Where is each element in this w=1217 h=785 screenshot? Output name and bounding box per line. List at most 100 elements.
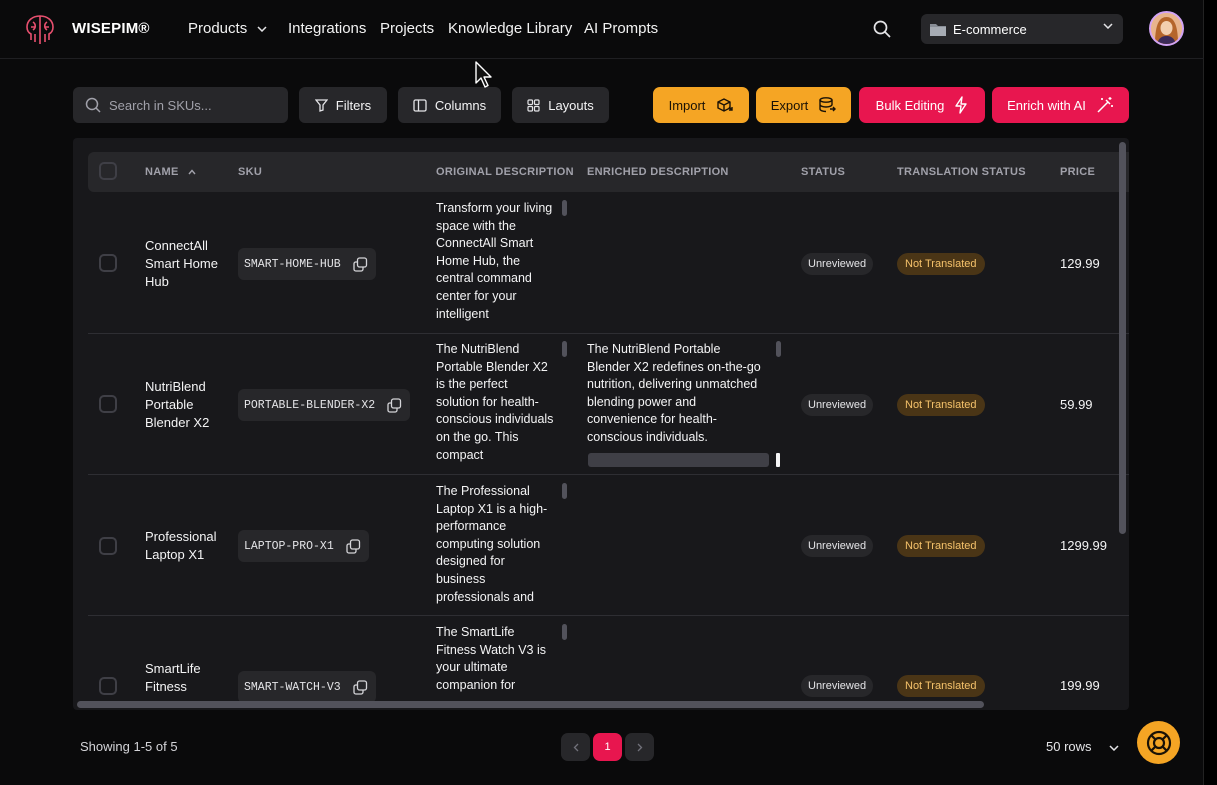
product-name[interactable]: Professional Laptop X1 — [145, 528, 225, 564]
column-header-price[interactable]: PRICE — [1060, 166, 1095, 178]
row-checkbox[interactable] — [99, 537, 117, 555]
brain-logo-icon[interactable] — [22, 12, 58, 46]
chevron-right-icon — [637, 743, 642, 751]
price-value: 129.99 — [1060, 256, 1100, 271]
import-button[interactable]: Import — [653, 87, 749, 123]
export-button-label: Export — [770, 97, 809, 113]
column-header-name-label: NAME — [145, 166, 179, 178]
brand-name[interactable]: WISEPIM® — [72, 20, 150, 37]
sku-value: LAPTOP-PRO-X1 — [244, 539, 334, 553]
enrich-with-ai-button[interactable]: Enrich with AI — [992, 87, 1129, 123]
description-scrollbar[interactable] — [562, 341, 567, 357]
product-name[interactable]: ConnectAll Smart Home Hub — [145, 237, 225, 291]
table-header: NAME SKU ORIGINAL DESCRIPTION ENRICHED D… — [88, 152, 1129, 192]
import-button-label: Import — [668, 97, 706, 113]
chevron-left-icon — [573, 743, 578, 751]
bulk-editing-button[interactable]: Bulk Editing — [859, 87, 985, 123]
enrich-with-ai-button-label: Enrich with AI — [1007, 97, 1086, 113]
price-value: 1299.99 — [1060, 538, 1107, 553]
filters-button-label: Filters — [335, 97, 372, 113]
status-badge: Unreviewed — [801, 675, 874, 697]
table-row[interactable]: SmartLife Fitness SMART-WATCH-V3 The Sma… — [88, 616, 1129, 710]
enriched-description-hscroll-thumb[interactable] — [776, 453, 780, 467]
original-description[interactable]: The Professional Laptop X1 is a high-per… — [436, 483, 554, 607]
enriched-description-scrollbar[interactable] — [776, 341, 781, 357]
description-scrollbar[interactable] — [562, 483, 567, 499]
product-name[interactable]: NutriBlend Portable Blender X2 — [145, 378, 225, 432]
column-header-status[interactable]: STATUS — [801, 166, 845, 178]
sku-value: SMART-WATCH-V3 — [244, 680, 341, 694]
description-scrollbar[interactable] — [562, 624, 567, 640]
price-value: 59.99 — [1060, 397, 1093, 412]
enriched-description-hscroll-track[interactable] — [588, 453, 769, 467]
sort-ascending-icon — [188, 169, 196, 175]
enriched-description[interactable]: The NutriBlend Portable Blender X2 redef… — [587, 341, 763, 445]
column-header-translation-status[interactable]: TRANSLATION STATUS — [897, 166, 1026, 178]
translation-status-badge: Not Translated — [897, 675, 985, 697]
search-icon[interactable] — [872, 19, 892, 39]
column-header-enriched-description[interactable]: ENRICHED DESCRIPTION — [587, 166, 729, 178]
enriched-description[interactable] — [587, 200, 769, 324]
layouts-button-label: Layouts — [548, 97, 594, 113]
sku-chip: SMART-WATCH-V3 — [238, 671, 376, 703]
select-all-checkbox[interactable] — [99, 162, 117, 180]
lifebuoy-icon — [1146, 730, 1171, 755]
table-row[interactable]: Professional Laptop X1 LAPTOP-PRO-X1 The… — [88, 475, 1129, 616]
table-vertical-scrollbar[interactable] — [1119, 142, 1126, 534]
workspace-select-value: E-commerce — [953, 21, 1027, 37]
sku-search-box[interactable] — [73, 87, 288, 123]
nav-projects[interactable]: Projects — [380, 20, 434, 37]
price-value: 199.99 — [1060, 678, 1100, 693]
workspace-select[interactable]: E-commerce — [921, 14, 1123, 44]
copy-icon[interactable] — [352, 679, 368, 695]
column-header-original-description[interactable]: ORIGINAL DESCRIPTION — [436, 166, 574, 178]
translation-status-badge: Not Translated — [897, 253, 985, 275]
row-checkbox[interactable] — [99, 395, 117, 413]
original-description[interactable]: Transform your living space with the Con… — [436, 200, 554, 324]
copy-icon[interactable] — [352, 256, 368, 272]
table-row[interactable]: ConnectAll Smart Home Hub SMART-HOME-HUB… — [88, 193, 1129, 334]
page-button-current[interactable]: 1 — [593, 733, 622, 761]
user-avatar[interactable] — [1149, 11, 1184, 46]
product-name[interactable]: SmartLife Fitness — [145, 660, 225, 696]
lightning-icon — [955, 96, 968, 114]
table-horizontal-scrollbar[interactable] — [77, 701, 984, 708]
export-button[interactable]: Export — [756, 87, 851, 123]
row-checkbox[interactable] — [99, 254, 117, 272]
copy-icon[interactable] — [346, 538, 361, 554]
nav-products[interactable]: Products — [188, 20, 267, 37]
top-navigation: WISEPIM® Products Integrations Projects … — [0, 0, 1204, 59]
next-page-button[interactable] — [625, 733, 654, 761]
nav-integrations[interactable]: Integrations — [288, 20, 366, 37]
nav-knowledge-library[interactable]: Knowledge Library — [448, 20, 572, 37]
chevron-down-icon — [1109, 745, 1119, 751]
help-button[interactable] — [1137, 721, 1180, 764]
rows-per-page-select[interactable]: 50 rows — [1046, 739, 1119, 754]
chevron-down-icon — [1103, 23, 1113, 29]
layouts-button[interactable]: Layouts — [512, 87, 609, 123]
enriched-description[interactable] — [587, 483, 769, 607]
sku-chip: LAPTOP-PRO-X1 — [238, 530, 369, 562]
previous-page-button[interactable] — [561, 733, 590, 761]
nav-products-label: Products — [188, 20, 248, 37]
app-frame: WISEPIM® Products Integrations Projects … — [0, 0, 1204, 785]
row-checkbox[interactable] — [99, 677, 117, 695]
status-badge: Unreviewed — [801, 535, 874, 557]
original-description[interactable]: The SmartLife Fitness Watch V3 is your u… — [436, 624, 554, 696]
column-header-sku[interactable]: SKU — [238, 166, 262, 178]
nav-ai-prompts[interactable]: AI Prompts — [584, 20, 658, 37]
chevron-down-icon — [257, 26, 267, 33]
column-header-name[interactable]: NAME — [145, 166, 196, 178]
sku-chip: PORTABLE-BLENDER-X2 — [238, 389, 411, 421]
description-scrollbar[interactable] — [562, 200, 567, 216]
sku-value: SMART-HOME-HUB — [244, 257, 341, 271]
grid-icon — [527, 98, 540, 112]
sku-search-input[interactable] — [109, 97, 279, 113]
magic-wand-icon — [1097, 97, 1113, 113]
filters-button[interactable]: Filters — [299, 87, 387, 123]
copy-icon[interactable] — [387, 397, 402, 413]
rows-per-page-value: 50 rows — [1046, 739, 1092, 754]
database-export-icon — [819, 97, 837, 113]
original-description[interactable]: The NutriBlend Portable Blender X2 is th… — [436, 341, 554, 465]
columns-button[interactable]: Columns — [398, 87, 501, 123]
